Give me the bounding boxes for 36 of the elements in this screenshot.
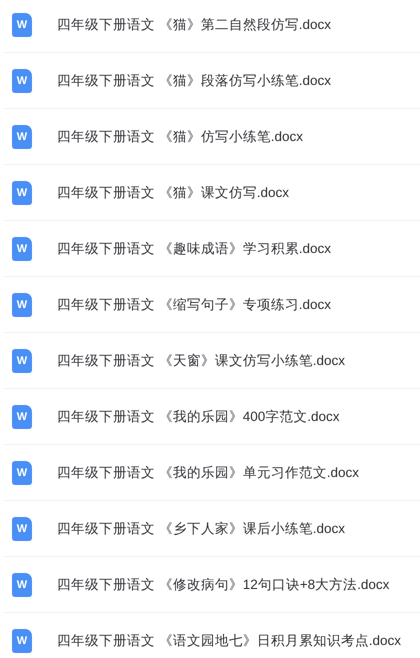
file-row[interactable]: W 四年级下册语文 《我的乐园》400字范文.docx [4,389,420,445]
document-icon: W [12,180,32,204]
file-row[interactable]: W 四年级下册语文 《语文园地七》日积月累知识考点.docx [4,613,420,658]
document-icon: W [12,348,32,372]
file-name: 四年级下册语文 《修改病句》12句口诀+8大方法.docx [57,576,390,594]
document-icon: W [12,572,32,596]
file-row[interactable]: W 四年级下册语文 《修改病句》12句口诀+8大方法.docx [4,557,420,613]
file-row[interactable]: W 四年级下册语文 《乡下人家》课后小练笔.docx [4,501,420,557]
file-row[interactable]: W 四年级下册语文 《缩写句子》专项练习.docx [4,277,420,333]
file-name: 四年级下册语文 《语文园地七》日积月累知识考点.docx [57,632,402,650]
document-icon: W [12,404,32,428]
document-icon: W [12,628,32,652]
document-icon: W [12,460,32,484]
document-icon: W [12,292,32,316]
file-row[interactable]: W 四年级下册语文 《猫》课文仿写.docx [4,165,420,221]
file-row[interactable]: W 四年级下册语文 《趣味成语》学习积累.docx [4,221,420,277]
file-row[interactable]: W 四年级下册语文 《猫》仿写小练笔.docx [4,109,420,165]
file-row[interactable]: W 四年级下册语文 《天窗》课文仿写小练笔.docx [4,333,420,389]
file-name: 四年级下册语文 《天窗》课文仿写小练笔.docx [57,352,346,370]
file-name: 四年级下册语文 《猫》第二自然段仿写.docx [57,16,332,34]
file-row[interactable]: W 四年级下册语文 《猫》段落仿写小练笔.docx [4,53,420,109]
document-icon: W [12,12,32,36]
file-row[interactable]: W 四年级下册语文 《猫》第二自然段仿写.docx [4,0,420,53]
file-name: 四年级下册语文 《趣味成语》学习积累.docx [57,240,332,258]
file-name: 四年级下册语文 《缩写句子》专项练习.docx [57,296,332,314]
document-icon: W [12,68,32,92]
document-icon: W [12,516,32,540]
file-name: 四年级下册语文 《猫》段落仿写小练笔.docx [57,72,332,90]
file-name: 四年级下册语文 《猫》课文仿写.docx [57,184,290,202]
document-icon: W [12,236,32,260]
document-icon: W [12,124,32,148]
file-name: 四年级下册语文 《我的乐园》400字范文.docx [57,408,340,426]
file-name: 四年级下册语文 《猫》仿写小练笔.docx [57,128,304,146]
file-name: 四年级下册语文 《我的乐园》单元习作范文.docx [57,464,360,482]
file-row[interactable]: W 四年级下册语文 《我的乐园》单元习作范文.docx [4,445,420,501]
file-name: 四年级下册语文 《乡下人家》课后小练笔.docx [57,520,346,538]
